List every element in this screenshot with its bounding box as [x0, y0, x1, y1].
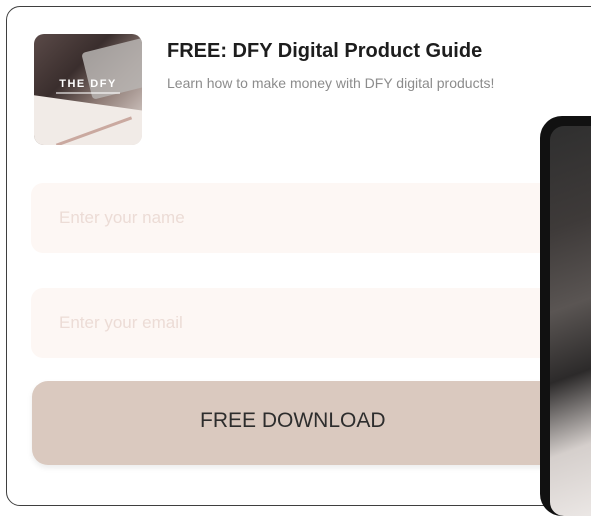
- thumbnail-subtitle-line: [56, 92, 120, 94]
- product-thumbnail: THE DFY: [34, 34, 142, 145]
- device-mockup: [540, 116, 591, 516]
- name-input[interactable]: [31, 183, 591, 253]
- free-download-label: FREE DOWNLOAD: [200, 409, 386, 432]
- lead-magnet-card: THE DFY FREE: DFY Digital Product Guide …: [6, 6, 591, 506]
- device-screen-image: [550, 126, 591, 516]
- email-input[interactable]: [31, 288, 591, 358]
- thumbnail-title: THE DFY: [59, 78, 117, 90]
- product-subtitle: Learn how to make money with DFY digital…: [167, 75, 495, 91]
- laptop-image: [81, 36, 142, 100]
- free-download-button[interactable]: FREE DOWNLOAD: [32, 381, 591, 465]
- product-title: FREE: DFY Digital Product Guide: [167, 40, 483, 62]
